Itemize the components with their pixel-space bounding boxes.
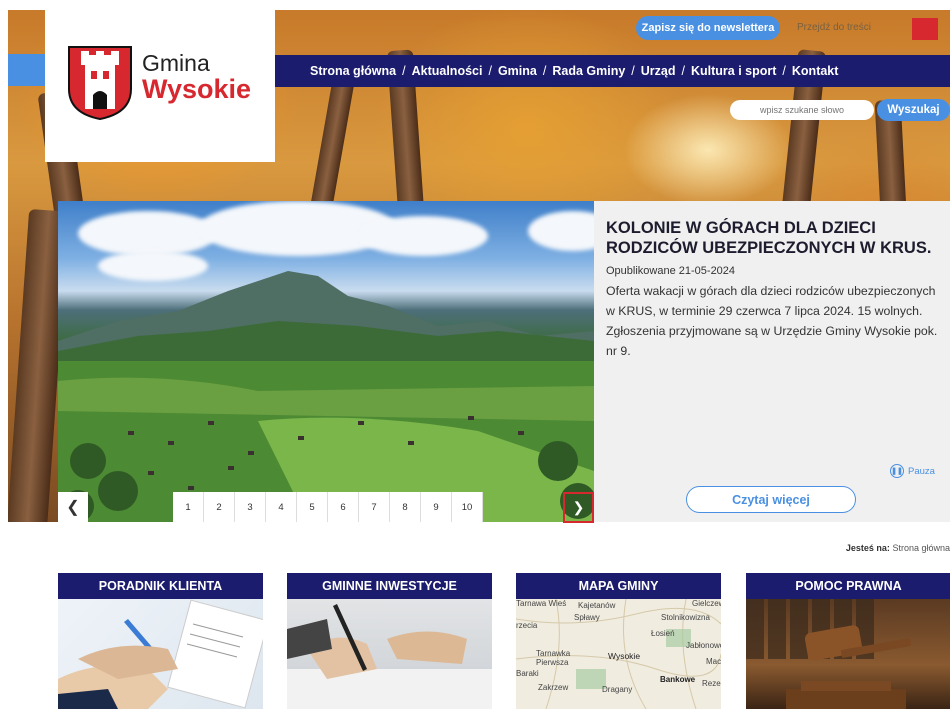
map-label: Spławy bbox=[574, 613, 600, 622]
slider-page-button[interactable]: 7 bbox=[359, 492, 390, 522]
coat-of-arms-icon bbox=[68, 46, 132, 121]
card-title[interactable]: GMINNE INWESTYCJE bbox=[287, 573, 492, 599]
card-title[interactable]: POMOC PRAWNA bbox=[746, 573, 950, 599]
nav-separator: / bbox=[542, 64, 547, 78]
card-legal-aid[interactable]: POMOC PRAWNA bbox=[746, 573, 950, 709]
card-image-signing[interactable] bbox=[287, 599, 492, 709]
map-label: Zakrzew bbox=[538, 683, 569, 692]
skip-to-content-link[interactable]: Przejdź do treści bbox=[797, 22, 871, 33]
slide-title[interactable]: KOLONIE W GÓRACH DLA DZIECI RODZICÓW UBE… bbox=[606, 218, 946, 258]
slider-page-button[interactable]: 9 bbox=[421, 492, 452, 522]
slider-page-button[interactable]: 6 bbox=[328, 492, 359, 522]
nav-item-contact[interactable]: Kontakt bbox=[792, 64, 839, 78]
breadcrumb-current[interactable]: Strona główna bbox=[892, 543, 950, 553]
nav-separator: / bbox=[631, 64, 635, 78]
map-label: Łosień bbox=[651, 629, 675, 638]
map-label: Wysokie bbox=[608, 651, 641, 661]
card-image-documents[interactable] bbox=[58, 599, 263, 709]
pause-label: Pauza bbox=[908, 465, 935, 477]
accent-tab bbox=[8, 54, 45, 86]
breadcrumb: Jesteś na: Strona główna bbox=[846, 543, 950, 553]
read-more-button[interactable]: Czytaj więcej bbox=[686, 486, 856, 513]
slider-page-button[interactable]: 5 bbox=[297, 492, 328, 522]
logo[interactable]: Gmina Wysokie bbox=[45, 10, 275, 162]
map-label: Tarnawa Wieś bbox=[516, 599, 567, 608]
main-nav: Strona główna / Aktualności / Gmina / Ra… bbox=[275, 55, 950, 87]
card-map[interactable]: MAPA GMINY Kajetanów Gielczew Spławy Sto… bbox=[516, 573, 721, 709]
chevron-right-icon: ❯ bbox=[572, 499, 585, 515]
card-client-guide[interactable]: PORADNIK KLIENTA bbox=[58, 573, 263, 709]
search-input[interactable] bbox=[730, 100, 874, 120]
map-label: Stolnikowizna bbox=[661, 613, 710, 622]
bip-icon[interactable] bbox=[912, 18, 938, 40]
map-label: Kajetanów bbox=[578, 601, 616, 610]
slider-prev-button[interactable]: ❮ bbox=[58, 492, 88, 522]
pause-button[interactable]: ❚❚ Pauza bbox=[890, 464, 935, 478]
nav-separator: / bbox=[488, 64, 492, 78]
nav-item-office[interactable]: Urząd bbox=[641, 64, 676, 78]
map-label: Rezerwa bbox=[702, 679, 721, 688]
nav-separator: / bbox=[782, 64, 786, 78]
logo-text-gmina: Gmina bbox=[142, 50, 210, 76]
nav-separator: / bbox=[681, 64, 685, 78]
nav-item-council[interactable]: Rada Gminy bbox=[552, 64, 625, 78]
pause-icon: ❚❚ bbox=[890, 464, 904, 478]
breadcrumb-prefix: Jesteś na: bbox=[845, 543, 890, 553]
nav-item-culture[interactable]: Kultura i sport bbox=[691, 64, 776, 78]
slider-page-button[interactable]: 8 bbox=[390, 492, 421, 522]
nav-item-home[interactable]: Strona główna bbox=[310, 64, 396, 78]
card-title[interactable]: MAPA GMINY bbox=[516, 573, 721, 599]
nav-item-news[interactable]: Aktualności bbox=[412, 64, 483, 78]
map-label: Bankowe bbox=[660, 675, 696, 684]
slider-page-button[interactable]: 3 bbox=[235, 492, 266, 522]
nav-item-gmina[interactable]: Gmina bbox=[498, 64, 537, 78]
slider-next-button[interactable]: ❯ bbox=[563, 492, 594, 523]
card-image-gavel[interactable] bbox=[746, 599, 950, 709]
map-label: Gielczew bbox=[692, 599, 721, 608]
slider-page-button[interactable]: 4 bbox=[266, 492, 297, 522]
logo-text-wysokie: Wysokie bbox=[142, 74, 252, 104]
card-title[interactable]: PORADNIK KLIENTA bbox=[58, 573, 263, 599]
slider-pagination: 1 2 3 4 5 6 7 8 9 10 bbox=[173, 492, 483, 522]
map-label: Dragany bbox=[602, 685, 633, 694]
chevron-left-icon: ❮ bbox=[66, 499, 80, 516]
slider-image[interactable] bbox=[58, 201, 594, 522]
nav-separator: / bbox=[402, 64, 406, 78]
slide-description: Oferta wakacji w górach dla dzieci rodzi… bbox=[606, 284, 938, 358]
search-button[interactable]: Wyszukaj bbox=[877, 99, 950, 121]
map-label: Maciejów bbox=[706, 657, 721, 666]
slider-page-button[interactable]: 10 bbox=[452, 492, 483, 522]
map-label: Baraki bbox=[516, 669, 539, 678]
map-label: Jabłonowo bbox=[686, 641, 721, 650]
card-image-map[interactable]: Kajetanów Gielczew Spławy Stolnikowizna … bbox=[516, 599, 721, 709]
newsletter-button[interactable]: Zapisz się do newslettera bbox=[636, 16, 780, 40]
slider-page-button[interactable]: 1 bbox=[173, 492, 204, 522]
slider-caption: KOLONIE W GÓRACH DLA DZIECI RODZICÓW UBE… bbox=[594, 201, 950, 522]
slide-date: Opublikowane 21-05-2024 bbox=[606, 265, 736, 277]
card-investments[interactable]: GMINNE INWESTYCJE bbox=[287, 573, 492, 709]
map-label: rzecia bbox=[516, 621, 538, 630]
slider-page-button[interactable]: 2 bbox=[204, 492, 235, 522]
map-label: Tarnawka Pierwsza bbox=[536, 649, 571, 667]
